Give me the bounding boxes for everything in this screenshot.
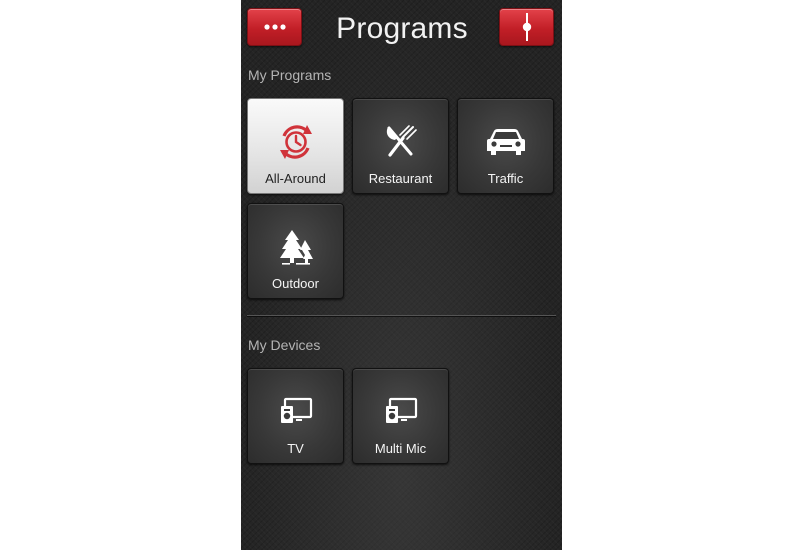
tile-label: Multi Mic (374, 441, 427, 456)
section-label-my-programs: My Programs (248, 67, 332, 83)
tile-label: Outdoor (272, 276, 319, 291)
ellipsis-icon (263, 24, 286, 30)
app-screen: Programs My Programs All-Around Restaura… (241, 0, 562, 550)
program-tile-outdoor[interactable]: Outdoor (247, 203, 344, 299)
trees-icon (279, 230, 313, 265)
device-tile-multi-mic[interactable]: Multi Mic (352, 368, 449, 464)
device-tile-tv[interactable]: TV (247, 368, 344, 464)
car-icon (486, 129, 525, 155)
menu-button[interactable] (247, 8, 302, 46)
section-divider (247, 315, 556, 316)
tile-label: All-Around (265, 171, 326, 186)
clock-cycle-icon (279, 125, 312, 159)
slider-icon (522, 13, 531, 41)
program-tile-all-around[interactable]: All-Around (247, 98, 344, 194)
tile-label: TV (287, 441, 304, 456)
section-label-my-devices: My Devices (248, 337, 321, 353)
fork-knife-icon (386, 125, 417, 157)
program-tile-restaurant[interactable]: Restaurant (352, 98, 449, 194)
tile-label: Traffic (487, 171, 524, 186)
microphone-device-icon (385, 397, 417, 423)
tile-label: Restaurant (368, 171, 433, 186)
program-tile-traffic[interactable]: Traffic (457, 98, 554, 194)
tv-connector-icon (280, 397, 312, 423)
page-title: Programs (336, 12, 468, 45)
tune-button[interactable] (499, 8, 554, 46)
